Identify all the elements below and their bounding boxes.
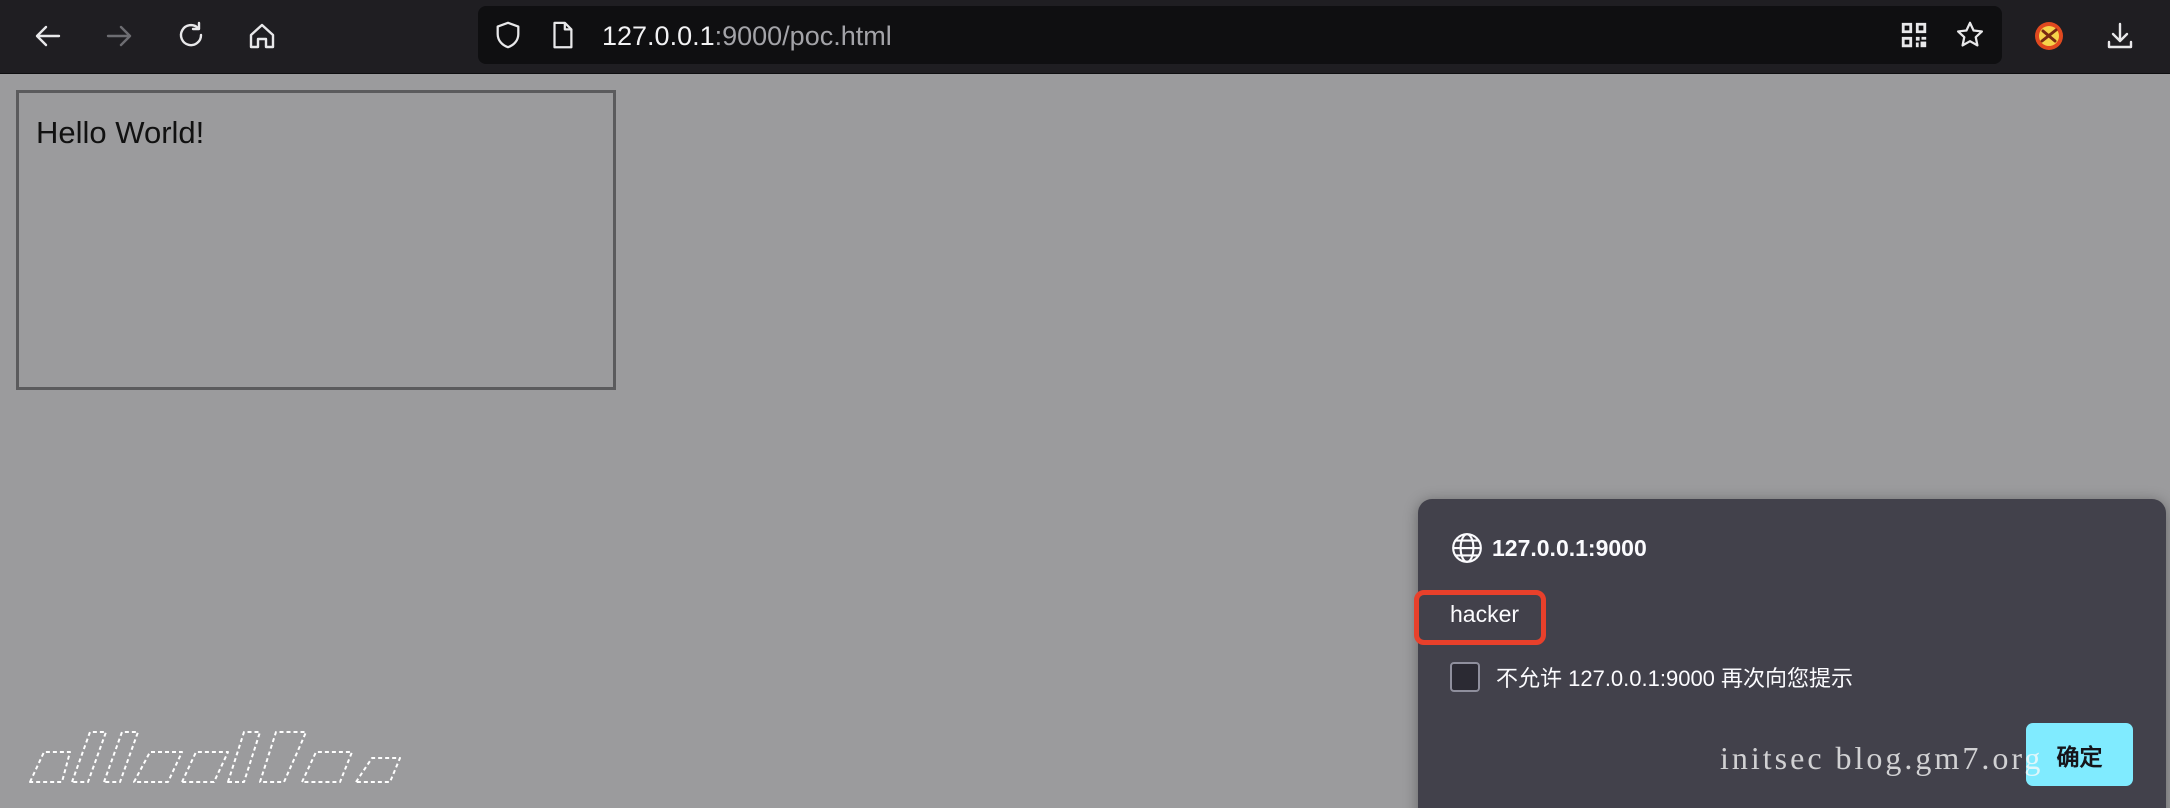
url-text[interactable]: 127.0.0.1:9000/poc.html xyxy=(602,21,892,51)
shield-icon xyxy=(496,21,520,49)
browser-toolbar: 127.0.0.1:9000/poc.html xyxy=(0,0,2170,74)
url-path: :9000/poc.html xyxy=(714,21,892,51)
url-bar[interactable]: 127.0.0.1:9000/poc.html xyxy=(478,6,2002,64)
reload-icon xyxy=(179,21,203,47)
suppress-prompts-checkbox[interactable] xyxy=(1450,662,1480,692)
arrow-left-icon xyxy=(35,25,61,47)
forward-button[interactable] xyxy=(95,12,143,60)
dialog-message: hacker xyxy=(1450,601,1520,627)
document-icon xyxy=(553,21,573,49)
bookmark-button[interactable] xyxy=(1954,19,1986,51)
url-host: 127.0.0.1 xyxy=(602,21,715,51)
home-button[interactable] xyxy=(238,12,286,60)
logo-watermark xyxy=(29,731,401,783)
dialog-origin-text: 127.0.0.1:9000 xyxy=(1492,534,1647,561)
qr-code-button[interactable] xyxy=(1898,19,1930,51)
qr-code-icon xyxy=(1901,22,1927,48)
tracking-protection-button[interactable] xyxy=(492,19,524,51)
extension-button[interactable] xyxy=(2025,12,2073,60)
extension-icon xyxy=(2035,22,2063,50)
globe-icon xyxy=(1452,533,1482,563)
downloads-button[interactable] xyxy=(2096,12,2144,60)
dialog-origin: 127.0.0.1:9000 xyxy=(1450,531,1647,565)
suppress-prompts-option[interactable]: 不允许 127.0.0.1:9000 再次向您提示 xyxy=(1450,661,1853,693)
hello-world-box: Hello World! xyxy=(16,90,616,390)
home-icon xyxy=(249,23,275,49)
reload-button[interactable] xyxy=(167,12,215,60)
download-icon xyxy=(2107,22,2133,49)
page-info-button[interactable] xyxy=(546,19,578,51)
suppress-prompts-label[interactable]: 不允许 127.0.0.1:9000 再次向您提示 xyxy=(1496,661,1853,693)
blog-watermark: initsec blog.gm7.org xyxy=(1720,740,2044,776)
arrow-right-icon xyxy=(106,25,132,47)
hello-world-text: Hello World! xyxy=(36,115,205,150)
star-icon xyxy=(1956,21,1984,47)
back-button[interactable] xyxy=(24,12,72,60)
